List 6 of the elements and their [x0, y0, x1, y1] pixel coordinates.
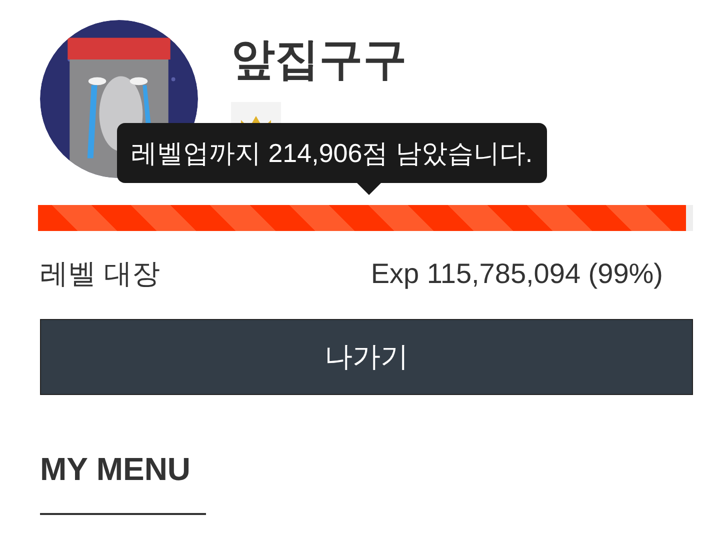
- exp-reading: Exp 115,785,094 (99%): [370, 257, 663, 291]
- level-label: 레벨 대장: [40, 257, 160, 291]
- logout-button[interactable]: 나가기: [40, 319, 693, 395]
- user-name: 앞집구구: [231, 34, 407, 86]
- section-title: MY MENU: [40, 451, 191, 487]
- tooltip: 레벨업까지 214,906점 남았습니다.: [117, 123, 547, 183]
